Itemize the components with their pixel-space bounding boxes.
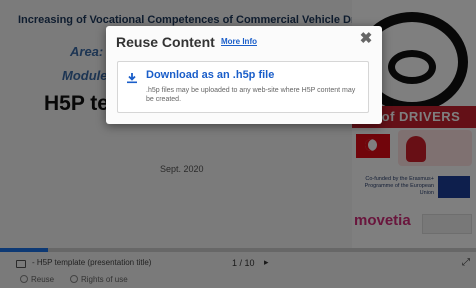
more-info-link[interactable]: More Info — [221, 37, 257, 46]
close-icon[interactable]: ✖ — [358, 31, 374, 47]
reuse-content-dialog: Reuse Content More Info ✖ Download as an… — [106, 26, 382, 124]
h5p-presentation: Increasing of Vocational Competences of … — [0, 0, 476, 288]
download-icon — [127, 73, 137, 84]
download-description: .h5p files may be uploaded to any web-si… — [146, 87, 356, 103]
dialog-title: Reuse Content — [116, 34, 215, 50]
download-title[interactable]: Download as an .h5p file — [146, 69, 274, 81]
download-h5p-option[interactable]: Download as an .h5p file .h5p files may … — [117, 61, 369, 113]
